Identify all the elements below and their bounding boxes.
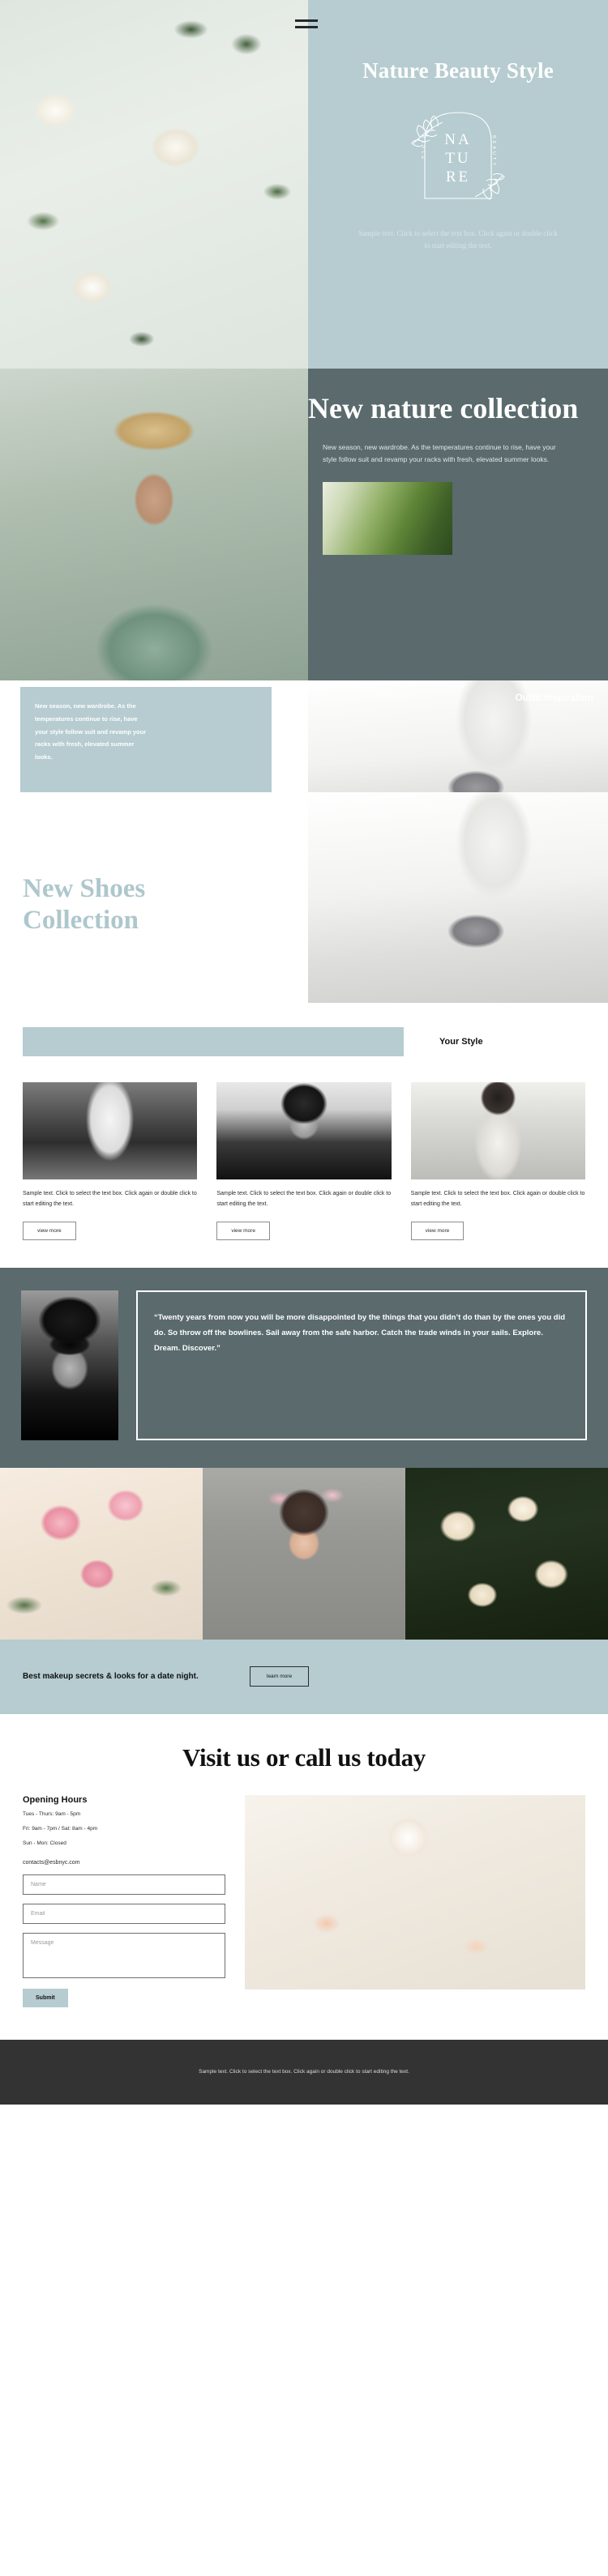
style-card: Sample text. Click to select the text bo… xyxy=(216,1082,392,1240)
hamburger-bar xyxy=(295,19,318,22)
your-style-section: Your Style Sample text. Click to select … xyxy=(0,1004,608,1268)
message-input[interactable] xyxy=(23,1932,225,1978)
logo-line-1: NA xyxy=(444,131,472,148)
hamburger-bar xyxy=(295,26,318,28)
makeup-cta-section: Best makeup secrets & looks for a date n… xyxy=(0,1639,608,1714)
contact-image-coffee xyxy=(245,1794,585,1990)
logo-line-3: RE xyxy=(445,168,471,186)
style-card-list: Sample text. Click to select the text bo… xyxy=(0,1056,608,1240)
gallery-image-woman-flowers xyxy=(203,1467,405,1640)
shoes-heading: New Shoes Collection xyxy=(23,874,146,935)
your-style-label: Your Style xyxy=(439,1037,483,1047)
hero-content: Nature Beauty Style NA TU RE STYLE BEAUT… xyxy=(295,0,608,369)
view-more-button[interactable]: view more xyxy=(23,1221,76,1240)
outfit-label: Outfit Inspiration xyxy=(515,692,593,703)
cta-text: Best makeup secrets & looks for a date n… xyxy=(23,1671,199,1681)
opening-hours-line: Sun - Mon: Closed xyxy=(23,1840,66,1846)
gallery-image-cream-roses xyxy=(405,1467,608,1640)
opening-hours-line: Tues - Thurs: 9am - 5pm xyxy=(23,1810,81,1817)
quote-image-portrait xyxy=(21,1290,118,1440)
style-card-text: Sample text. Click to select the text bo… xyxy=(410,1191,585,1207)
footer: Sample text. Click to select the text bo… xyxy=(0,2039,608,2105)
gallery-image-pink-roses xyxy=(0,1467,203,1640)
nature-image-model xyxy=(0,369,308,680)
hero-image-roses xyxy=(0,0,308,369)
logo-line-2: TU xyxy=(445,150,471,168)
shoes-collection-section: New Shoes Collection xyxy=(0,792,608,1004)
nature-heading: New nature collection xyxy=(308,392,579,424)
opening-hours-title: Opening Hours xyxy=(23,1794,88,1805)
nature-paragraph: New season, new wardrobe. As the tempera… xyxy=(323,443,556,464)
outfit-text: New season, new wardrobe. As the tempera… xyxy=(35,702,147,761)
landing-page: Nature Beauty Style NA TU RE STYLE BEAUT… xyxy=(0,0,608,2105)
contact-email: contacts@esbnyc.com xyxy=(23,1859,80,1866)
hamburger-icon[interactable] xyxy=(295,19,318,28)
name-input[interactable] xyxy=(23,1874,225,1895)
contact-heading: Visit us or call us today xyxy=(182,1742,426,1772)
opening-hours-line: Fri: 9am - 7pm / Sat: 8am - 4pm xyxy=(23,1825,98,1832)
quote-box: “Twenty years from now you will be more … xyxy=(136,1290,587,1440)
quote-text: “Twenty years from now you will be more … xyxy=(154,1312,566,1353)
learn-more-button[interactable]: learn more xyxy=(250,1666,310,1687)
style-card-text: Sample text. Click to select the text bo… xyxy=(23,1191,197,1207)
gallery-section xyxy=(0,1467,608,1640)
your-style-bar xyxy=(23,1027,404,1056)
logo-right-vertical: BEAUTY xyxy=(491,135,496,168)
logo-badge: NA TU RE STYLE BEAUTY xyxy=(400,95,516,216)
hero-section: Nature Beauty Style NA TU RE STYLE BEAUT… xyxy=(0,0,608,369)
style-card-image xyxy=(216,1082,392,1179)
style-card-image xyxy=(23,1082,198,1179)
style-card-text: Sample text. Click to select the text bo… xyxy=(216,1191,392,1207)
view-more-button[interactable]: view more xyxy=(216,1221,270,1240)
quote-section: “Twenty years from now you will be more … xyxy=(0,1267,608,1468)
outfit-panel: New season, new wardrobe. As the tempera… xyxy=(20,687,272,792)
submit-button[interactable]: Submit xyxy=(23,1988,68,2007)
nature-thumbnail-leaf xyxy=(323,481,452,555)
logo-left-vertical: STYLE xyxy=(420,135,425,162)
view-more-button[interactable]: view more xyxy=(410,1221,465,1240)
style-card: Sample text. Click to select the text bo… xyxy=(410,1082,585,1240)
hero-title: Nature Beauty Style xyxy=(362,58,554,83)
contact-form-column: Opening Hours Tues - Thurs: 9am - 5pm Fr… xyxy=(23,1795,225,2007)
contact-body: Opening Hours Tues - Thurs: 9am - 5pm Fr… xyxy=(0,1772,608,2007)
style-card: Sample text. Click to select the text bo… xyxy=(23,1082,198,1240)
email-input[interactable] xyxy=(23,1903,225,1924)
footer-text: Sample text. Click to select the text bo… xyxy=(199,2069,409,2075)
style-card-image xyxy=(410,1082,585,1179)
nature-collection-section: New nature collection New season, new wa… xyxy=(0,369,608,680)
hero-subtitle: Sample text. Click to select the text bo… xyxy=(358,229,558,249)
your-style-header: Your Style xyxy=(0,1027,608,1056)
nature-content: New nature collection New season, new wa… xyxy=(308,369,608,680)
shoes-image xyxy=(308,792,608,1003)
contact-section: Visit us or call us today Opening Hours … xyxy=(0,1714,608,2040)
